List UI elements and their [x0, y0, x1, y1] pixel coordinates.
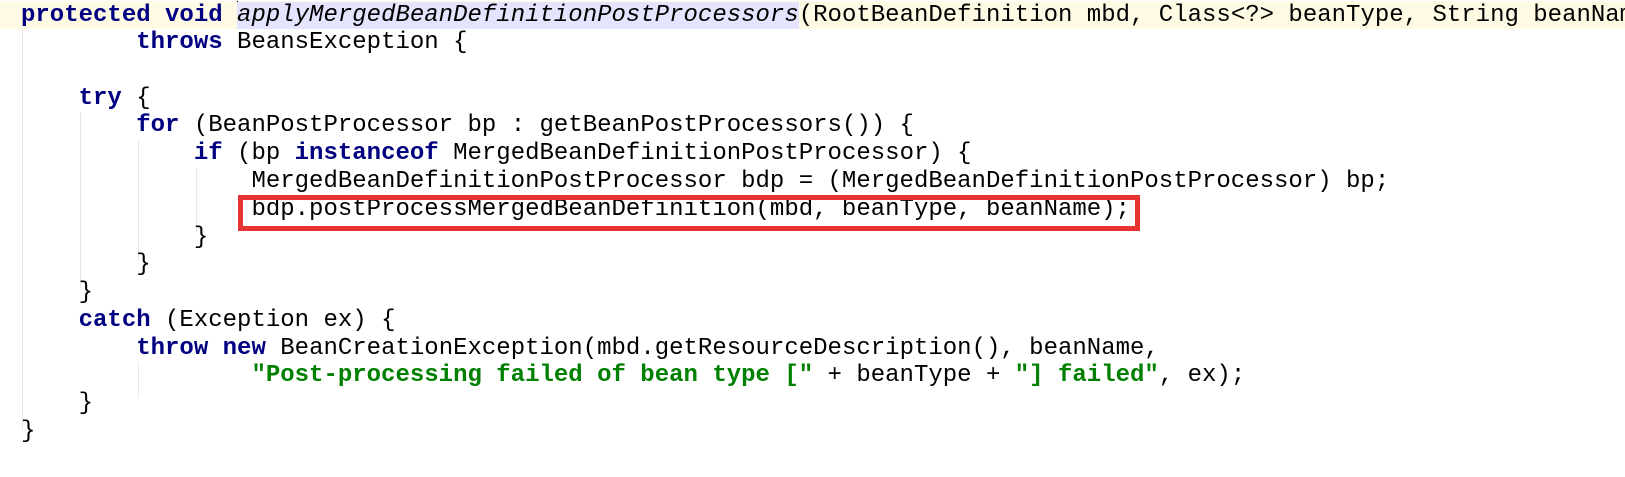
code-keyword: throw: [136, 335, 209, 362]
code-token: BeansException {: [222, 29, 468, 56]
code-token: }: [21, 279, 94, 306]
code-line[interactable]: [0, 57, 1625, 85]
code-line[interactable]: }: [0, 279, 1625, 307]
code-text: if (bp instanceof MergedBeanDefinitionPo…: [21, 140, 972, 168]
code-line[interactable]: try {: [0, 85, 1625, 113]
code-token: + beanType +: [813, 362, 1015, 389]
code-token: }: [21, 251, 151, 278]
code-line[interactable]: }: [0, 418, 1625, 446]
code-text: for (BeanPostProcessor bp : getBeanPostP…: [21, 112, 914, 140]
code-line[interactable]: throws BeansException {: [0, 29, 1625, 57]
code-line[interactable]: }: [0, 251, 1625, 279]
code-line[interactable]: }: [0, 390, 1625, 418]
code-keyword: new: [222, 335, 266, 362]
code-token: (Exception ex) {: [150, 307, 396, 334]
code-text: }: [21, 279, 93, 307]
code-token: (RootBeanDefinition mbd, Class<?> beanTy…: [798, 2, 1625, 29]
code-text: try {: [21, 85, 151, 113]
code-line[interactable]: "Post-processing failed of bean type [" …: [0, 362, 1625, 390]
code-text: }: [21, 390, 93, 418]
code-keyword: throws: [136, 29, 223, 56]
code-token: }: [21, 418, 36, 445]
code-keyword: try: [78, 85, 122, 112]
code-token: BeanCreationException(mbd.getResourceDes…: [265, 335, 1159, 362]
code-keyword: catch: [78, 307, 151, 334]
code-keyword: if: [193, 140, 223, 167]
code-keyword: for: [136, 112, 180, 139]
code-token: MergedBeanDefinitionPostProcessor) {: [438, 140, 972, 167]
code-text: protected void applyMergedBeanDefinition…: [21, 1, 1625, 29]
code-token: (bp: [222, 140, 295, 167]
code-token: }: [21, 224, 209, 251]
code-string: "] failed": [1014, 362, 1159, 389]
code-token: (BeanPostProcessor bp : getBeanPostProce…: [179, 112, 914, 139]
code-text: catch (Exception ex) {: [21, 307, 396, 335]
code-token: {: [121, 85, 151, 112]
code-line[interactable]: for (BeanPostProcessor bp : getBeanPostP…: [0, 112, 1625, 140]
code-editor[interactable]: protected void applyMergedBeanDefinition…: [0, 0, 1625, 477]
code-text: throws BeansException {: [21, 29, 467, 57]
code-text: }: [21, 418, 35, 446]
code-text: }: [21, 224, 208, 252]
code-token: MergedBeanDefinitionPostProcessor bdp = …: [21, 168, 1390, 195]
code-text: MergedBeanDefinitionPostProcessor bdp = …: [21, 168, 1389, 196]
code-text: }: [21, 251, 151, 279]
code-keyword: instanceof: [294, 140, 439, 167]
code-keyword: void: [165, 2, 223, 29]
code-text: throw new BeanCreationException(mbd.getR…: [21, 335, 1159, 363]
code-string: "Post-processing failed of bean type [": [251, 362, 814, 389]
code-line[interactable]: protected void applyMergedBeanDefinition…: [0, 1, 1625, 29]
code-line[interactable]: catch (Exception ex) {: [0, 307, 1625, 335]
code-token: applyMergedBeanDefinitionPostProcessors: [237, 2, 799, 29]
code-token: , ex);: [1158, 362, 1246, 389]
code-line[interactable]: throw new BeanCreationException(mbd.getR…: [0, 335, 1625, 363]
code-text: "Post-processing failed of bean type [" …: [21, 362, 1245, 390]
code-keyword: protected: [21, 2, 151, 29]
code-token: }: [21, 390, 94, 417]
code-line[interactable]: MergedBeanDefinitionPostProcessor bdp = …: [0, 168, 1625, 196]
annotation-highlight-box: [238, 195, 1140, 231]
code-line[interactable]: if (bp instanceof MergedBeanDefinitionPo…: [0, 140, 1625, 168]
